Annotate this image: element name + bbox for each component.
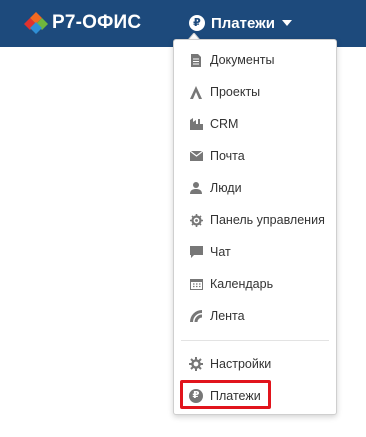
menu-item-chat[interactable]: Чат: [189, 241, 231, 263]
menu-divider: [181, 340, 329, 341]
current-module-label: Платежи: [211, 14, 275, 32]
modules-dropdown-menu: Документы Проекты CRM Почта Люди Панель …: [173, 39, 337, 415]
ruble-icon: ₽: [189, 15, 205, 31]
menu-item-crm[interactable]: CRM: [189, 113, 238, 135]
documents-icon: [189, 53, 203, 67]
menu-item-mail[interactable]: Почта: [189, 145, 245, 167]
crm-icon: [189, 117, 203, 131]
menu-item-label: Документы: [210, 53, 275, 67]
projects-icon: [189, 85, 203, 99]
brand-name: Р7-ОФИС: [52, 12, 142, 33]
calendar-icon: [189, 277, 203, 291]
menu-item-label: CRM: [210, 117, 239, 131]
chevron-down-icon: [282, 20, 292, 26]
menu-item-control-panel[interactable]: Панель управления: [189, 209, 325, 231]
app-logo[interactable]: Р7-ОФИС: [23, 11, 141, 35]
menu-item-people[interactable]: Люди: [189, 177, 242, 199]
menu-item-label: Настройки: [210, 357, 272, 371]
menu-item-calendar[interactable]: Календарь: [189, 273, 273, 295]
menu-item-label: Люди: [210, 181, 242, 195]
chat-icon: [189, 245, 203, 259]
people-icon: [189, 181, 203, 195]
highlight-annotation: [180, 380, 271, 409]
menu-item-feed[interactable]: Лента: [189, 305, 245, 327]
settings-icon: [189, 357, 203, 371]
menu-item-settings[interactable]: Настройки: [189, 353, 271, 375]
control-panel-icon: [189, 213, 203, 227]
feed-icon: [189, 309, 203, 323]
menu-item-projects[interactable]: Проекты: [189, 81, 260, 103]
menu-item-label: Лента: [210, 309, 245, 323]
menu-item-documents[interactable]: Документы: [189, 49, 274, 71]
module-switcher[interactable]: ₽ Платежи: [189, 13, 292, 33]
menu-item-label: Календарь: [210, 277, 274, 291]
logo-diamonds-icon: [24, 12, 48, 34]
menu-item-label: Чат: [210, 245, 231, 259]
menu-item-label: Панель управления: [210, 213, 325, 227]
menu-item-label: Проекты: [210, 85, 261, 99]
menu-item-label: Почта: [210, 149, 245, 163]
mail-icon: [189, 149, 203, 163]
